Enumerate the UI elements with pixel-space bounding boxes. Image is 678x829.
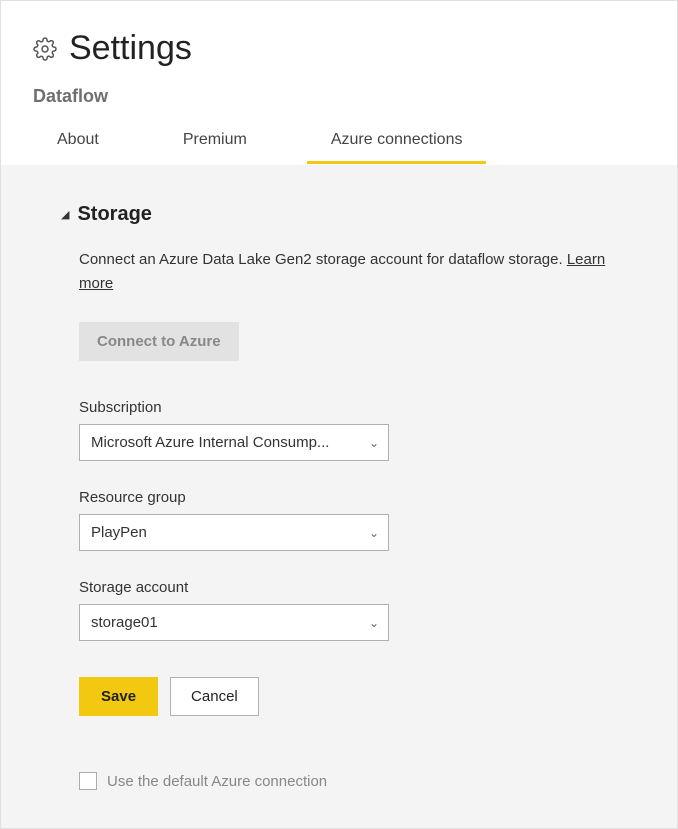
- resource-group-label: Resource group: [79, 489, 617, 506]
- default-azure-checkbox-label: Use the default Azure connection: [107, 773, 327, 790]
- storage-section-title: Storage: [77, 203, 151, 226]
- content-panel: ◢ Storage Connect an Azure Data Lake Gen…: [1, 165, 677, 828]
- storage-account-select[interactable]: storage01: [79, 604, 389, 641]
- page-title-row: Settings: [33, 29, 645, 68]
- caret-down-icon: ◢: [61, 208, 69, 221]
- storage-section-header[interactable]: ◢ Storage: [61, 203, 617, 226]
- tab-azure-connections[interactable]: Azure connections: [307, 115, 487, 164]
- page-title: Settings: [69, 29, 192, 68]
- tabs: About Premium Azure connections: [1, 115, 677, 165]
- subscription-select[interactable]: Microsoft Azure Internal Consump...: [79, 424, 389, 461]
- save-button[interactable]: Save: [79, 677, 158, 716]
- default-azure-checkbox[interactable]: [79, 772, 97, 790]
- gear-icon: [33, 37, 57, 61]
- storage-description: Connect an Azure Data Lake Gen2 storage …: [79, 248, 617, 296]
- connect-to-azure-button[interactable]: Connect to Azure: [79, 322, 239, 361]
- page-subtitle: Dataflow: [33, 86, 645, 107]
- storage-account-label: Storage account: [79, 579, 617, 596]
- tab-premium[interactable]: Premium: [159, 115, 271, 164]
- resource-group-select[interactable]: PlayPen: [79, 514, 389, 551]
- cancel-button[interactable]: Cancel: [170, 677, 259, 716]
- storage-description-text: Connect an Azure Data Lake Gen2 storage …: [79, 251, 567, 268]
- subscription-label: Subscription: [79, 399, 617, 416]
- tab-about[interactable]: About: [33, 115, 123, 164]
